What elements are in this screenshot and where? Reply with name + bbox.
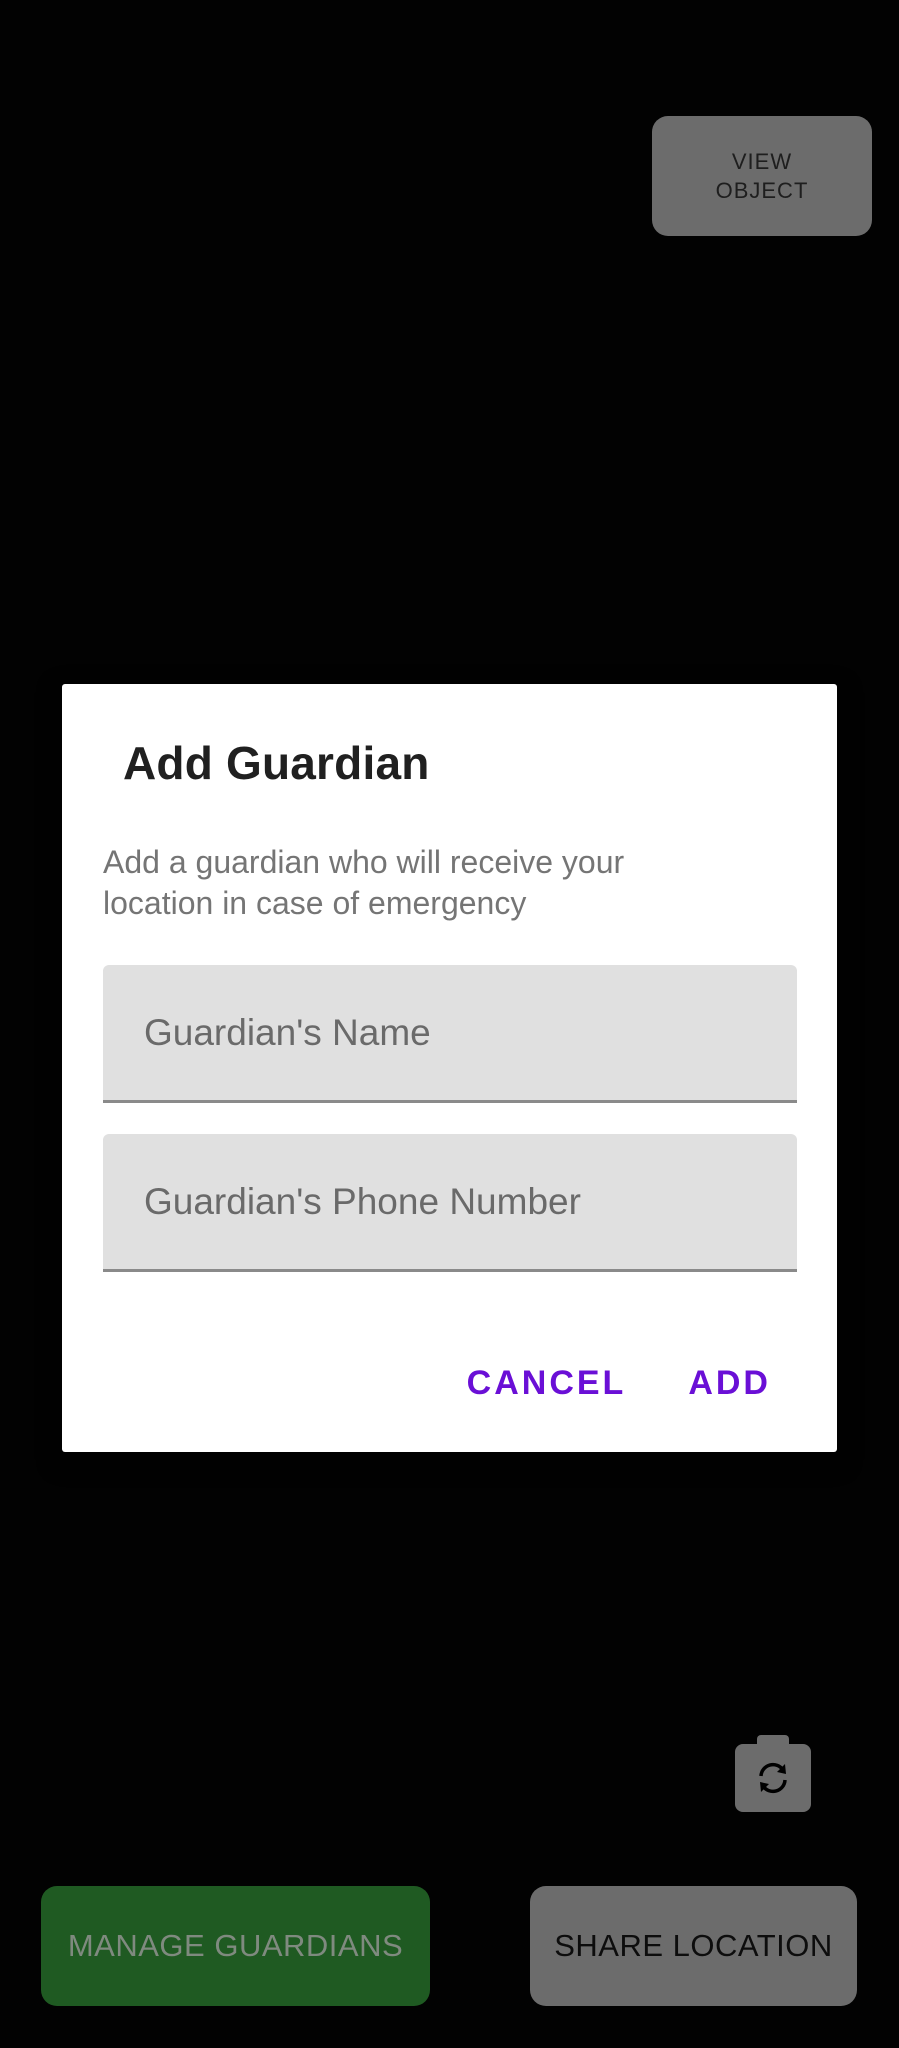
guardian-phone-input[interactable] (144, 1180, 797, 1223)
dialog-title: Add Guardian (123, 737, 430, 789)
add-button[interactable]: ADD (688, 1364, 771, 1403)
guardian-phone-field-container (103, 1134, 797, 1272)
screen: VIEW OBJECT MANAGE GUARDIANS SHARE LOCAT… (0, 0, 899, 2048)
guardian-name-field-container (103, 965, 797, 1103)
guardian-name-input[interactable] (144, 1011, 797, 1054)
cancel-button[interactable]: CANCEL (467, 1364, 627, 1403)
dialog-actions: CANCEL ADD (467, 1364, 771, 1403)
dialog-message: Add a guardian who will receive your loc… (103, 844, 625, 921)
add-guardian-dialog: Add Guardian Add a guardian who will rec… (62, 684, 837, 1452)
